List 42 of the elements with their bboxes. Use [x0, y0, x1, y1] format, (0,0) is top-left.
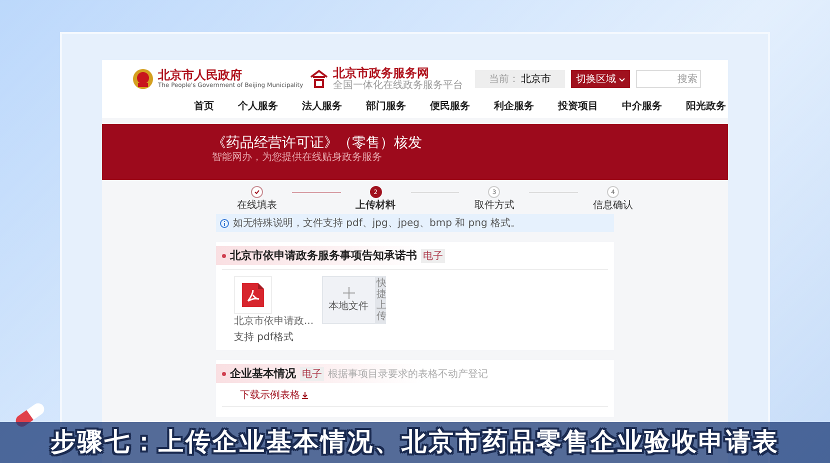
plus-icon: [342, 287, 355, 299]
format-hint: 支持 pdf格式: [233, 330, 294, 344]
nav-link[interactable]: 利企服务: [494, 99, 534, 113]
nav-link[interactable]: 部门服务: [366, 99, 406, 113]
location-value: 北京市: [521, 72, 552, 86]
video-caption: 步骤七：上传企业基本情况、北京市药品零售企业验收申请表: [0, 422, 830, 463]
download-icon: [302, 392, 308, 398]
required-mark: [222, 372, 226, 376]
tag: 电子: [421, 248, 445, 262]
logo-title: 北京市人民政府: [158, 69, 243, 82]
pdf-file-thumbnail[interactable]: [234, 276, 272, 314]
section-note: 根据事项目录要求的表格不动产登记: [328, 368, 488, 380]
section-title: 北京市依申请政务服务事项告知承诺书: [230, 248, 417, 263]
nav-link[interactable]: 法人服务: [302, 99, 342, 113]
step-label: 信息确认: [593, 200, 634, 212]
banner-subtitle: 智能网办，为您提供在线贴身政务服务: [212, 152, 383, 164]
nav-link[interactable]: 阳光政务: [686, 99, 726, 113]
notice-text: 如无特殊说明，文件支持 pdf、jpg、jpeg、bmp 和 png 格式。: [233, 216, 520, 230]
info-icon: [220, 218, 229, 228]
nav-link[interactable]: 个人服务: [238, 99, 278, 113]
nav-link[interactable]: 便民服务: [430, 99, 470, 113]
pdf-icon: [240, 281, 266, 309]
required-mark: [222, 254, 226, 258]
portal-logo-icon: [309, 69, 330, 89]
nav-link[interactable]: 首页: [194, 99, 214, 113]
banner-title: 《药品经营许可证》（零售）核发: [212, 134, 423, 152]
download-link[interactable]: 下载示例表格: [216, 384, 308, 402]
file-name: 北京市依申请政...: [234, 314, 314, 328]
section-title: 企业基本情况: [230, 366, 296, 381]
step-label: 在线填表: [237, 200, 277, 212]
nav-link[interactable]: 中介服务: [622, 99, 662, 113]
step-label: 上传材料: [356, 200, 396, 212]
local-file-button[interactable]: 本地文件: [322, 277, 375, 323]
nav-link[interactable]: 投资项目: [558, 99, 598, 113]
region-button[interactable]: 切换区域: [571, 70, 630, 88]
location-label: 当前：: [489, 72, 520, 86]
emblem-icon: [132, 68, 154, 90]
step-label: 取件方式: [474, 200, 514, 212]
caret-icon: [619, 78, 626, 82]
logo-title: 北京市政务服务网: [333, 67, 430, 80]
logo-subtitle: 全国一体化在线政务服务平台: [333, 80, 464, 91]
tag: 电子: [300, 366, 324, 380]
